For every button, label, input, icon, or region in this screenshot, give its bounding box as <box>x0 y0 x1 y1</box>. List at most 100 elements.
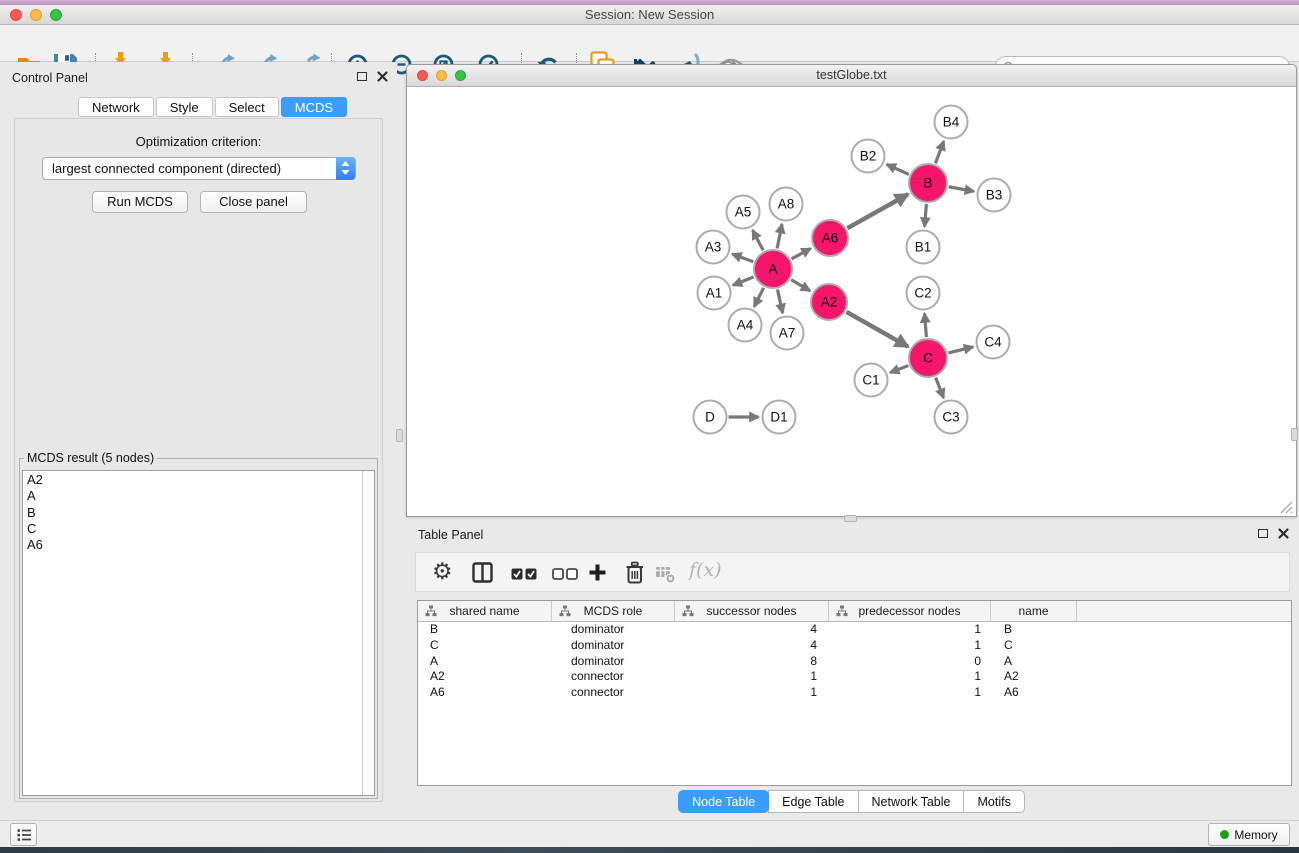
close-panel-icon[interactable] <box>377 71 388 82</box>
table-row[interactable]: A2connector11A2 <box>418 669 1291 685</box>
table-settings-icon[interactable]: ⚙ <box>432 560 453 582</box>
delete-column-icon[interactable] <box>625 561 645 590</box>
node-label-A: A <box>768 262 777 277</box>
result-item-a[interactable]: A <box>23 488 374 504</box>
node-label-A2: A2 <box>821 295 838 310</box>
result-scrollbar[interactable] <box>362 471 374 795</box>
node-label-A8: A8 <box>778 197 795 212</box>
tab-edge-table[interactable]: Edge Table <box>768 790 858 813</box>
edge-A-A7[interactable] <box>777 290 782 313</box>
dropdown-stepper-icon <box>336 157 355 180</box>
edge-A-A3[interactable] <box>732 254 753 262</box>
node-label-A7: A7 <box>779 326 796 341</box>
split-divider-grip[interactable] <box>396 429 403 442</box>
edge-C-C1[interactable] <box>890 366 908 373</box>
float-panel-icon[interactable] <box>357 72 367 81</box>
close-panel-icon[interactable] <box>1278 528 1289 539</box>
table-tabs: Node TableEdge TableNetwork TableMotifs <box>406 790 1297 813</box>
edge-A-A8[interactable] <box>777 224 782 248</box>
network-view-window: testGlobe.txt B4B2BB3B1A5A8A6A3AA1A2A4A7… <box>406 64 1297 517</box>
edge-A6-B[interactable] <box>847 194 908 228</box>
main-titlebar: Session: New Session <box>0 5 1299 25</box>
edge-A-A5[interactable] <box>753 230 764 250</box>
table-row[interactable]: Adominator80A <box>418 654 1291 670</box>
attribute-type-icon <box>836 605 848 617</box>
edge-B-B3[interactable] <box>949 187 974 192</box>
result-item-a2[interactable]: A2 <box>23 472 374 488</box>
column-header-mcds-role[interactable]: MCDS role <box>552 601 675 621</box>
column-header-shared-name[interactable]: shared name <box>418 601 552 621</box>
column-header-predecessor-nodes[interactable]: predecessor nodes <box>829 601 991 621</box>
split-divider-grip[interactable] <box>844 515 857 522</box>
edge-C-C2[interactable] <box>925 313 927 337</box>
cell: 1 <box>829 669 991 685</box>
session-title: Session: New Session <box>0 7 1299 22</box>
mcds-result-list: A2ABCA6 <box>23 471 374 553</box>
tab-select[interactable]: Select <box>215 97 279 117</box>
node-label-B4: B4 <box>943 115 960 130</box>
column-header-name[interactable]: name <box>991 601 1077 621</box>
tab-motifs[interactable]: Motifs <box>963 790 1024 813</box>
add-column-icon[interactable] <box>588 563 607 587</box>
cell: 1 <box>675 685 829 701</box>
run-mcds-button[interactable]: Run MCDS <box>92 191 188 213</box>
cell: connector <box>552 685 675 701</box>
node-label-B1: B1 <box>915 240 932 255</box>
edge-B-B2[interactable] <box>887 164 909 174</box>
node-label-C1: C1 <box>862 373 879 388</box>
network-graph-canvas[interactable]: B4B2BB3B1A5A8A6A3AA1A2A4A7C2C4CC1C3DD1 <box>407 87 1296 516</box>
result-item-b[interactable]: B <box>23 505 374 521</box>
edge-A-A1[interactable] <box>733 277 754 285</box>
attribute-type-icon <box>559 605 571 617</box>
tab-node-table[interactable]: Node Table <box>678 790 769 813</box>
split-divider-grip[interactable] <box>1291 428 1298 441</box>
edge-B-B1[interactable] <box>925 204 927 227</box>
edge-A-A2[interactable] <box>791 280 810 291</box>
memory-label: Memory <box>1234 828 1277 842</box>
edge-C-C3[interactable] <box>936 378 944 398</box>
mcds-result-title: MCDS result (5 nodes) <box>24 451 157 465</box>
resize-grip-icon[interactable] <box>1278 499 1293 514</box>
float-panel-icon[interactable] <box>1258 529 1268 538</box>
result-item-a6[interactable]: A6 <box>23 537 374 553</box>
result-item-c[interactable]: C <box>23 521 374 537</box>
node-label-A5: A5 <box>735 205 752 220</box>
split-columns-icon[interactable] <box>472 562 493 588</box>
cell: 1 <box>829 685 991 701</box>
select-all-checkboxes-icon[interactable] <box>511 567 537 585</box>
control-panel-tabs: NetworkStyleSelectMCDS <box>78 97 347 117</box>
table-row[interactable]: Cdominator41C <box>418 638 1291 654</box>
table-panel-title: Table Panel <box>418 528 483 542</box>
tab-network[interactable]: Network <box>78 97 154 117</box>
node-label-C2: C2 <box>914 286 931 301</box>
table-row[interactable]: A6connector11A6 <box>418 685 1291 701</box>
column-header-successor-nodes[interactable]: successor nodes <box>675 601 829 621</box>
task-history-button[interactable] <box>10 823 37 846</box>
cell: A2 <box>991 669 1077 685</box>
criterion-dropdown[interactable]: largest connected component (directed) <box>42 157 356 180</box>
node-label-B2: B2 <box>860 149 877 164</box>
table-row[interactable]: Bdominator41B <box>418 622 1291 638</box>
column-header-filler <box>1077 601 1291 621</box>
close-panel-button[interactable]: Close panel <box>200 191 307 213</box>
tab-network-table[interactable]: Network Table <box>858 790 965 813</box>
node-label-D1: D1 <box>770 410 787 425</box>
network-window-titlebar[interactable]: testGlobe.txt <box>407 65 1296 87</box>
deselect-all-checkboxes-icon[interactable] <box>552 567 578 585</box>
table-panel: Table Panel ⚙ f(x) shared nameMCDS roles… <box>406 522 1297 816</box>
cell: 1 <box>829 622 991 638</box>
tab-style[interactable]: Style <box>156 97 213 117</box>
edge-B-B4[interactable] <box>935 141 943 163</box>
cell: C <box>991 638 1077 654</box>
table-header-row: shared nameMCDS rolesuccessor nodesprede… <box>418 601 1291 622</box>
tab-mcds[interactable]: MCDS <box>281 97 347 117</box>
delete-table-icon[interactable] <box>655 566 676 589</box>
edge-C-C4[interactable] <box>948 347 973 353</box>
memory-button[interactable]: Memory <box>1208 823 1290 846</box>
edge-A-A6[interactable] <box>791 249 810 259</box>
cell: 0 <box>829 654 991 670</box>
function-builder-icon[interactable]: f(x) <box>689 559 722 581</box>
edge-A2-C[interactable] <box>846 312 908 347</box>
criterion-dropdown-value: largest connected component (directed) <box>52 161 281 176</box>
edge-A-A4[interactable] <box>754 288 763 307</box>
